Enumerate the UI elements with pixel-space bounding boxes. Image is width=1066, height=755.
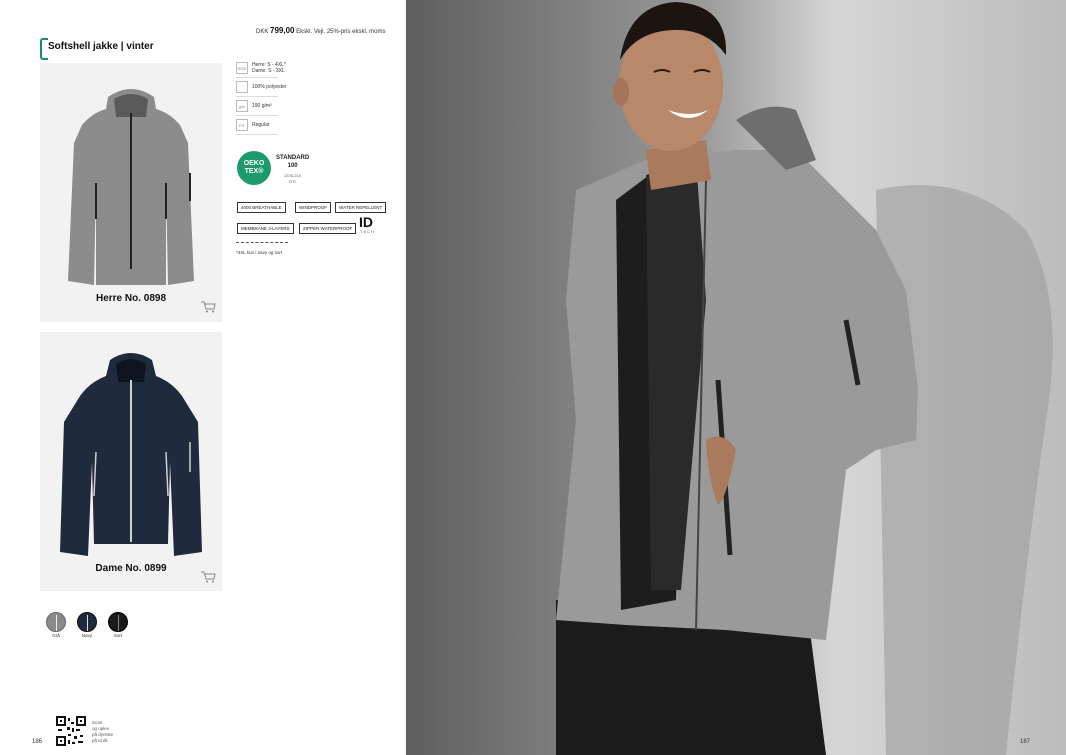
feature-tag-membrane: MEMBRANE 3-LAYERS [237, 223, 294, 234]
feature-tag-windproof: WINDPROOF [295, 202, 331, 213]
jacket-dame-image [60, 353, 202, 556]
dashed-divider [236, 242, 288, 243]
product-card-herre[interactable]: Herre No. 0898 [40, 63, 222, 322]
size-icon: SIZE [236, 62, 248, 74]
spec-fit: FIT Regular [236, 119, 270, 131]
cart-icon[interactable] [200, 571, 216, 583]
product-name-dame: Dame No. 0899 [95, 563, 167, 574]
price-note: Ekskl. Vejl. 25%-pris ekskl. moms [296, 29, 386, 35]
spec-fabric: 100% polyester [236, 81, 286, 93]
color-swatch-sort[interactable] [108, 612, 128, 632]
product-name-herre: Herre No. 0898 [95, 293, 167, 304]
spec-fit-text: Regular [252, 122, 270, 128]
page-title: Softshell jakke | vinter [48, 41, 154, 52]
color-label-gra: Grå [52, 633, 60, 638]
jacket-herre-image [68, 89, 194, 285]
feature-tag-water-repellent: WATER REPELLENT [335, 202, 387, 213]
product-card-dame[interactable]: Dame No. 0899 [40, 332, 222, 591]
spec-fabric-text: 100% polyester [252, 84, 287, 90]
cert-institute: DTI [289, 179, 296, 184]
color-label-navy: Navy [81, 633, 93, 638]
spec-divider [236, 134, 278, 135]
qr-caption: Scan og oplev på dyreste på id.dk [92, 720, 113, 744]
page-number-right: 187 [1020, 739, 1031, 745]
certification-code: 1376-215 DTI [284, 173, 301, 185]
color-swatch-gra[interactable] [46, 612, 66, 632]
footnote: *4XL kun i navy og sort [236, 250, 283, 255]
oeko-tex-logo: OEKO TEX® [237, 151, 271, 185]
spec-divider [236, 115, 278, 116]
feature-tag-breathable: 4000 BREATHABLE [237, 202, 286, 213]
price-amount: 799,00 [270, 26, 295, 35]
model-photo-image [406, 0, 1066, 755]
spec-weight: g/m 190 g/m² [236, 100, 272, 112]
price-currency: DKK [256, 29, 269, 35]
color-label-sort: Sort [113, 633, 123, 638]
qr-caption-line: på id.dk [92, 738, 108, 743]
id-brand-sub: TECH [360, 229, 375, 234]
page-number-left: 186 [32, 739, 43, 745]
fabric-icon [236, 81, 248, 93]
weight-icon: g/m [236, 100, 248, 112]
color-swatch-navy[interactable] [77, 612, 97, 632]
spec-divider [236, 96, 278, 97]
spec-divider [236, 77, 278, 78]
oeko-line1: OEKO [243, 160, 265, 167]
standard-label: STANDARD 100 [276, 154, 309, 170]
spec-size: SIZE Herre: S - 4XL* Dame: S - 3XL [236, 62, 286, 74]
feature-tag-zipper: ZIPPER WATERPROOF [299, 223, 357, 234]
id-brand-logo: ID [359, 214, 373, 230]
price-line: DKK 799,00 Ekskl. Vejl. 25%-pris ekskl. … [256, 26, 386, 35]
left-page: DKK 799,00 Ekskl. Vejl. 25%-pris ekskl. … [0, 0, 406, 755]
standard-number: 100 [287, 163, 298, 169]
spec-size-dame: Dame: S - 3XL [252, 68, 285, 74]
title-bracket [40, 38, 48, 60]
standard-text: STANDARD [276, 155, 310, 161]
lifestyle-photo: 187 [406, 0, 1066, 755]
spec-weight-text: 190 g/m² [252, 103, 272, 109]
fit-icon: FIT [236, 119, 248, 131]
qr-code-icon[interactable] [56, 716, 86, 746]
cart-icon[interactable] [200, 301, 216, 313]
oeko-line2: TEX® [244, 168, 264, 175]
